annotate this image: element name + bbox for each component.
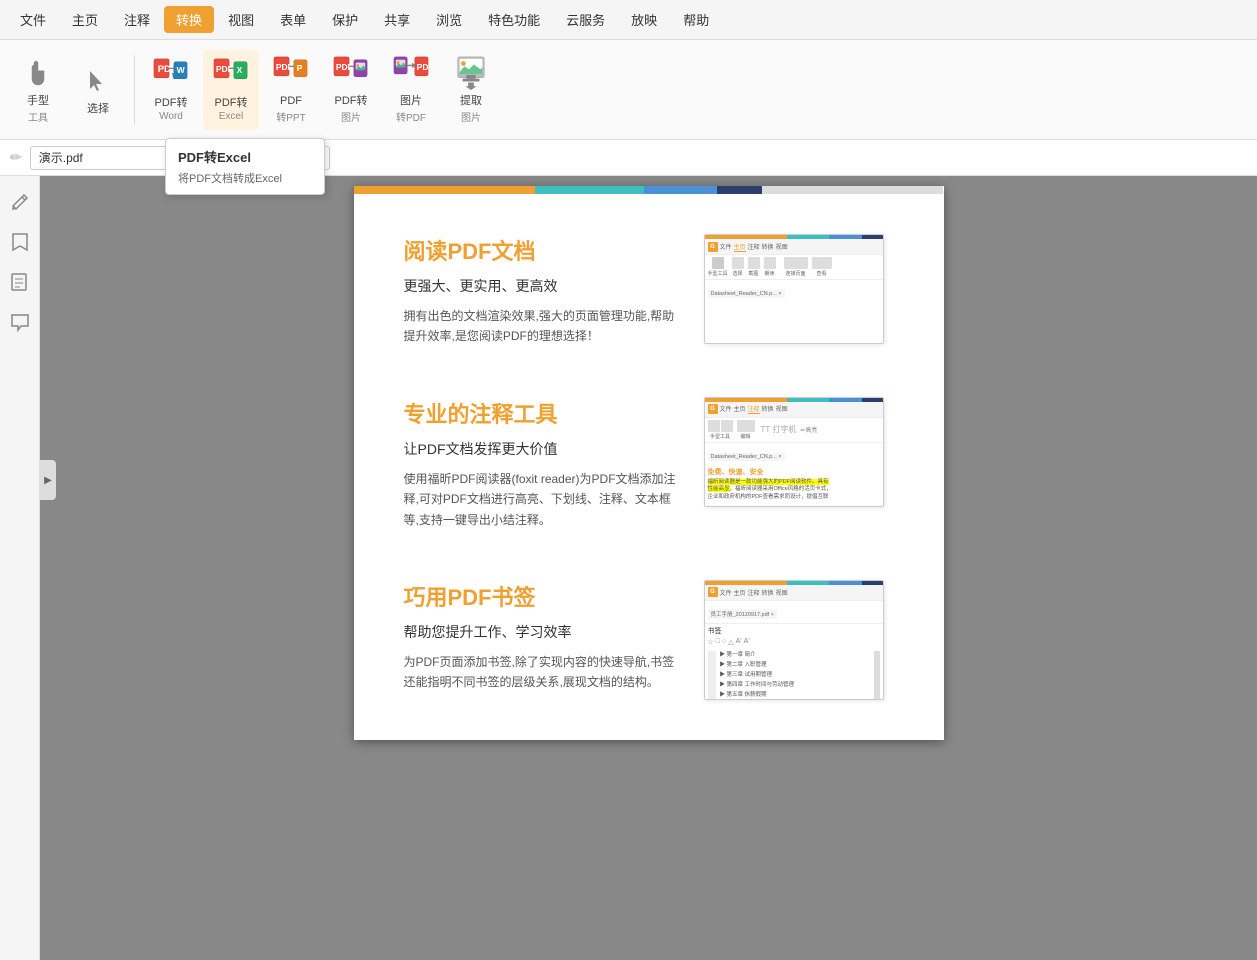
pdf-page: 阅读PDF文档 更强大、更实用、更高效 拥有出色的文档渲染效果,强大的页面管理功…: [354, 186, 944, 740]
pdf-to-ppt-button[interactable]: PDF P PDF 转PPT: [263, 50, 319, 130]
svg-text:PDF: PDF: [336, 63, 353, 73]
menu-cloud[interactable]: 云服务: [554, 6, 617, 33]
sidebar-pencil-button[interactable]: [4, 186, 36, 218]
bar-dark: [717, 186, 762, 194]
menu-help[interactable]: 帮助: [671, 6, 721, 33]
svg-text:P: P: [297, 64, 303, 74]
hand-tool-button[interactable]: 手型 工具: [10, 50, 66, 130]
extract-image-sublabel: 图片: [461, 109, 481, 124]
pdf-to-ppt-icon: PDF P: [273, 55, 309, 91]
menu-browse[interactable]: 浏览: [424, 6, 474, 33]
menu-features[interactable]: 特色功能: [476, 6, 552, 33]
menu-slideshow[interactable]: 放映: [619, 6, 669, 33]
pdf-to-image-sublabel: 图片: [341, 109, 361, 124]
extract-image-label: 提取: [460, 95, 482, 108]
extract-image-button[interactable]: 提取 图片: [443, 50, 499, 130]
pdf-to-ppt-sublabel: 转PPT: [276, 109, 305, 124]
menu-convert[interactable]: 转换: [164, 6, 214, 33]
mini-logo: G: [708, 242, 718, 252]
image-to-pdf-icon: PDF: [393, 55, 429, 91]
section-read-subtitle: 更强大、更实用、更高效: [404, 276, 684, 296]
pdf-to-excel-label: PDF转: [215, 97, 248, 110]
menu-home[interactable]: 主页: [60, 6, 110, 33]
select-tool-label: 选择: [87, 103, 109, 116]
pdf-to-word-button[interactable]: PDF W W PDF转 Word: [143, 50, 199, 130]
pdf-to-image-icon: PDF: [333, 55, 369, 91]
dropdown-title: PDF转Excel: [178, 147, 312, 166]
image-to-pdf-button[interactable]: PDF 图片 转PDF: [383, 50, 439, 130]
pdf-to-excel-sublabel: Excel: [219, 111, 243, 122]
pdf-to-excel-icon: PDF X: [213, 57, 249, 93]
section-annotate: 专业的注释工具 让PDF文档发挥更大价值 使用福昕PDF阅读器(foxit re…: [404, 397, 894, 530]
menu-annotate[interactable]: 注释: [112, 6, 162, 33]
pdf-body: 阅读PDF文档 更强大、更实用、更高效 拥有出色的文档渲染效果,强大的页面管理功…: [354, 194, 944, 740]
collapse-sidebar-button[interactable]: ▶: [40, 460, 56, 500]
sidebar-comment-button[interactable]: [4, 306, 36, 338]
pdf-to-word-label: PDF转: [155, 97, 188, 110]
select-icon: [80, 63, 116, 99]
menu-share[interactable]: 共享: [372, 6, 422, 33]
bar-teal: [535, 186, 644, 194]
pdf-to-word-sublabel: Word: [159, 111, 183, 122]
main-content-area: 阅读PDF文档 更强大、更实用、更高效 拥有出色的文档渲染效果,强大的页面管理功…: [40, 176, 1257, 960]
mini-bm-logo: G: [708, 587, 718, 597]
section-annotate-title: 专业的注释工具: [404, 397, 684, 429]
svg-text:W: W: [177, 66, 186, 76]
bar-blue: [644, 186, 717, 194]
section-bookmark: 巧用PDF书签 帮助您提升工作、学习效率 为PDF页面添加书签,除了实现内容的快…: [404, 580, 894, 700]
pencil-icon: ✏: [10, 149, 22, 166]
section-read: 阅读PDF文档 更强大、更实用、更高效 拥有出色的文档渲染效果,强大的页面管理功…: [404, 234, 894, 347]
pdf-to-word-icon: PDF W W: [153, 57, 189, 93]
menu-file[interactable]: 文件: [8, 6, 58, 33]
mini-ann-logo: G: [708, 404, 718, 414]
left-sidebar: [0, 176, 40, 960]
pdf-to-image-button[interactable]: PDF PDF转 图片: [323, 50, 379, 130]
pdf-to-excel-button[interactable]: PDF X PDF转 Excel: [203, 50, 259, 130]
menu-bar: 文件 主页 注释 转换 视图 表单 保护 共享 浏览 特色功能 云服务 放映 帮…: [0, 0, 1257, 40]
mini-bm-tabs: 文件主页注释转换视图: [720, 588, 788, 597]
svg-text:PDF: PDF: [417, 63, 429, 73]
dropdown-desc: 将PDF文档转成Excel: [178, 170, 312, 186]
pdf-color-bar: [354, 186, 944, 194]
svg-text:PDF: PDF: [276, 63, 293, 73]
svg-text:PDF: PDF: [216, 65, 233, 75]
svg-text:X: X: [237, 66, 243, 76]
bar-orange: [354, 186, 536, 194]
section-bookmark-screenshot: G 文件主页注释转换视图 员工手册_20120917.pdf × 书签 ☆□○△…: [704, 580, 894, 700]
menu-form[interactable]: 表单: [268, 6, 318, 33]
sidebar-pages-button[interactable]: [4, 266, 36, 298]
section-annotate-screenshot: G 文件主页注释转换视图 手型工具: [704, 397, 894, 507]
image-to-pdf-sublabel: 转PDF: [396, 109, 426, 124]
section-read-text: 阅读PDF文档 更强大、更实用、更高效 拥有出色的文档渲染效果,强大的页面管理功…: [404, 234, 684, 347]
toolbar: 手型 工具 选择 PDF W W PDF转 Word: [0, 40, 1257, 140]
mini-ann-tabs: 文件主页注释转换视图: [720, 404, 788, 414]
separator-1: [134, 55, 135, 125]
bar-light: [762, 186, 944, 194]
mini-tabs: 文件主页注释转换视图: [720, 242, 788, 252]
section-bookmark-title: 巧用PDF书签: [404, 580, 684, 612]
menu-view[interactable]: 视图: [216, 6, 266, 33]
section-bookmark-text: 巧用PDF书签 帮助您提升工作、学习效率 为PDF页面添加书签,除了实现内容的快…: [404, 580, 684, 693]
section-read-desc: 拥有出色的文档渲染效果,强大的页面管理功能,帮助提升效率,是您阅读PDF的理想选…: [404, 306, 684, 347]
pdf-to-ppt-label: PDF: [280, 95, 302, 108]
hand-tool-sublabel: 工具: [28, 109, 48, 124]
hand-icon: [20, 56, 56, 92]
section-read-title: 阅读PDF文档: [404, 234, 684, 266]
pdf-to-excel-dropdown: PDF转Excel 将PDF文档转成Excel: [165, 138, 325, 195]
pdf-to-image-label: PDF转: [335, 95, 368, 108]
section-annotate-subtitle: 让PDF文档发挥更大价值: [404, 439, 684, 459]
section-bookmark-desc: 为PDF页面添加书签,除了实现内容的快速导航,书签还能指明不同书签的层级关系,展…: [404, 652, 684, 693]
section-annotate-desc: 使用福昕PDF阅读器(foxit reader)为PDF文档添加注释,可对PDF…: [404, 469, 684, 530]
section-annotate-text: 专业的注释工具 让PDF文档发挥更大价值 使用福昕PDF阅读器(foxit re…: [404, 397, 684, 530]
select-tool-button[interactable]: 选择: [70, 50, 126, 130]
section-read-screenshot: G 文件主页注释转换视图 手型工具: [704, 234, 894, 344]
hand-tool-label: 手型: [27, 95, 49, 108]
extract-image-icon: [453, 55, 489, 91]
image-to-pdf-label: 图片: [400, 95, 422, 108]
menu-protect[interactable]: 保护: [320, 6, 370, 33]
sidebar-bookmark-button[interactable]: [4, 226, 36, 258]
section-bookmark-subtitle: 帮助您提升工作、学习效率: [404, 622, 684, 642]
